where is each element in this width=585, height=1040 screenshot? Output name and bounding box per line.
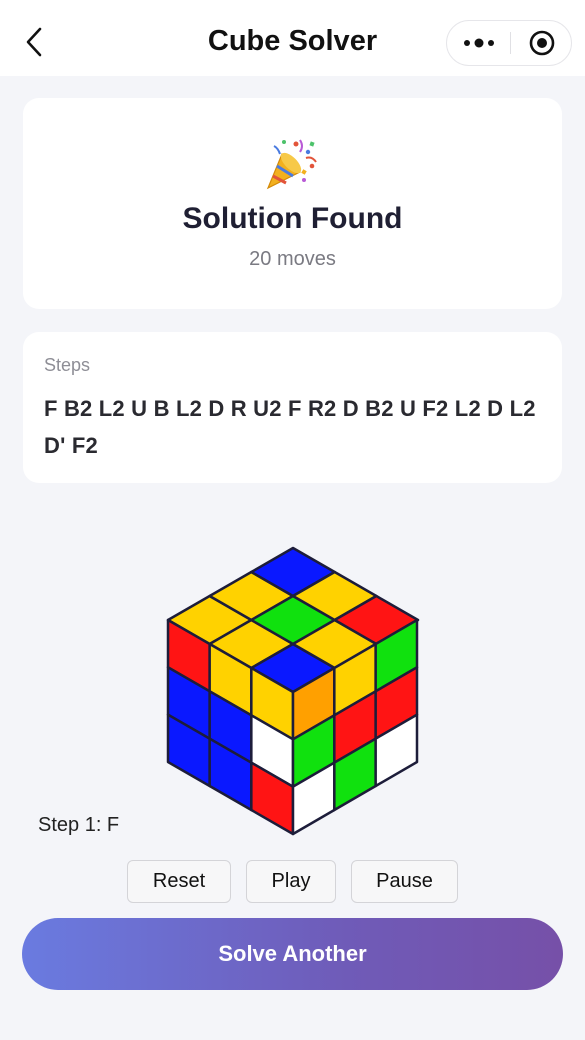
party-popper-icon	[266, 139, 317, 190]
close-button[interactable]	[511, 21, 573, 65]
steps-sequence: F B2 L2 U B L2 D R U2 F R2 D B2 U F2 L2 …	[44, 396, 536, 458]
move-count: 20 moves	[249, 248, 336, 270]
record-icon	[529, 30, 555, 56]
current-step-label: Step 1: F	[38, 814, 120, 836]
steps-label: Steps	[44, 355, 91, 375]
cube-3d-view	[166, 546, 420, 836]
play-button[interactable]: Play	[246, 860, 336, 903]
solve-another-button[interactable]: Solve Another	[22, 918, 563, 990]
mini-program-capsule	[446, 20, 572, 66]
pause-button[interactable]: Pause	[351, 860, 458, 903]
reset-button[interactable]: Reset	[127, 860, 231, 903]
navigation-bar: Cube Solver	[0, 0, 585, 76]
more-dots-icon	[463, 38, 494, 48]
more-button[interactable]	[447, 21, 510, 65]
result-title: Solution Found	[182, 202, 403, 235]
